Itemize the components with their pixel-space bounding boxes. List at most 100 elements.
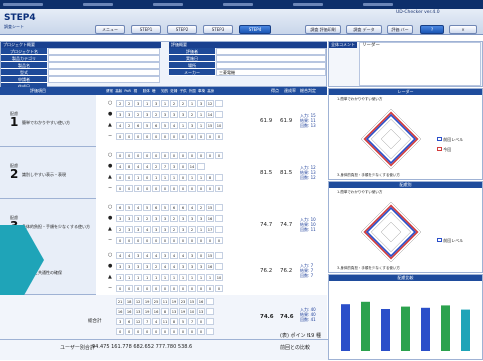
score-cell[interactable]: 3 bbox=[133, 251, 143, 259]
score-cell[interactable]: 0 bbox=[196, 284, 206, 292]
nav-button-step3[interactable]: STEP3 bbox=[203, 25, 233, 34]
score-cell[interactable]: 15 bbox=[205, 203, 215, 211]
score-cell[interactable]: 0 bbox=[214, 151, 224, 159]
score-cell[interactable]: 0 bbox=[187, 184, 197, 192]
score-cell[interactable] bbox=[214, 203, 224, 211]
category-field[interactable] bbox=[48, 55, 160, 62]
close-button[interactable]: × bbox=[449, 25, 477, 34]
score-cell[interactable]: 0 bbox=[116, 236, 125, 244]
score-cell[interactable]: 0 bbox=[124, 236, 134, 244]
score-cell[interactable]: 1 bbox=[133, 173, 143, 181]
score-cell[interactable]: 7 bbox=[160, 162, 170, 170]
score-cell[interactable] bbox=[214, 110, 224, 118]
score-cell[interactable]: 0 bbox=[169, 132, 179, 140]
score-cell[interactable]: 2 bbox=[169, 99, 179, 107]
score-cell[interactable]: 0 bbox=[196, 184, 206, 192]
score-cell[interactable]: 0 bbox=[169, 184, 179, 192]
score-cell[interactable]: 1 bbox=[196, 225, 206, 233]
score-cell[interactable]: 0 bbox=[133, 236, 143, 244]
score-cell[interactable]: 2 bbox=[124, 121, 134, 129]
score-cell[interactable]: 17 bbox=[205, 225, 215, 233]
score-cell[interactable]: 4 bbox=[169, 121, 179, 129]
score-cell[interactable]: 0 bbox=[178, 184, 188, 192]
score-cell[interactable]: 5 bbox=[160, 121, 170, 129]
score-cell[interactable]: 4 bbox=[169, 262, 179, 270]
score-cell[interactable]: 0 bbox=[205, 132, 215, 140]
score-cell[interactable]: 3 bbox=[142, 262, 152, 270]
print-button[interactable]: 調査 評価印刷 bbox=[305, 25, 341, 34]
score-cell[interactable]: 4 bbox=[124, 251, 134, 259]
bar-button[interactable]: 評価 バー bbox=[387, 25, 413, 34]
score-cell[interactable]: 2 bbox=[116, 225, 125, 233]
score-cell[interactable]: 1 bbox=[178, 273, 188, 281]
score-cell[interactable]: 0 bbox=[151, 236, 161, 244]
score-cell[interactable]: 3 bbox=[151, 214, 161, 222]
score-cell[interactable]: 1 bbox=[160, 173, 170, 181]
score-cell[interactable]: 0 bbox=[214, 236, 224, 244]
score-cell[interactable]: 2 bbox=[196, 203, 206, 211]
score-cell[interactable]: 6 bbox=[169, 203, 179, 211]
score-cell[interactable]: 15 bbox=[205, 121, 215, 129]
score-cell[interactable]: 3 bbox=[116, 110, 125, 118]
score-cell[interactable]: 4 bbox=[151, 251, 161, 259]
help-button[interactable]: ? bbox=[420, 25, 444, 34]
score-cell[interactable]: 0 bbox=[169, 284, 179, 292]
score-cell[interactable]: 8 bbox=[205, 173, 215, 181]
score-cell[interactable]: 3 bbox=[187, 214, 197, 222]
score-cell[interactable]: 3 bbox=[142, 110, 152, 118]
score-cell[interactable]: 2 bbox=[169, 214, 179, 222]
score-cell[interactable]: 4 bbox=[133, 203, 143, 211]
score-cell[interactable]: 3 bbox=[187, 121, 197, 129]
score-cell[interactable]: 4 bbox=[169, 251, 179, 259]
score-cell[interactable]: 5 bbox=[142, 121, 152, 129]
score-cell[interactable]: 16 bbox=[205, 262, 215, 270]
score-cell[interactable]: 12 bbox=[205, 99, 215, 107]
score-cell[interactable]: 4 bbox=[133, 162, 143, 170]
score-cell[interactable]: 2 bbox=[169, 225, 179, 233]
score-cell[interactable]: 2 bbox=[142, 214, 152, 222]
score-cell[interactable]: 0 bbox=[160, 284, 170, 292]
score-cell[interactable]: 0 bbox=[178, 132, 188, 140]
score-cell[interactable]: 6 bbox=[178, 203, 188, 211]
maker-field[interactable]: 三菱電機 bbox=[216, 69, 326, 76]
score-cell[interactable]: 0 bbox=[116, 284, 125, 292]
score-cell[interactable]: 0 bbox=[178, 173, 188, 181]
score-cell[interactable]: 4 bbox=[116, 162, 125, 170]
score-cell[interactable]: 1 bbox=[133, 273, 143, 281]
score-cell[interactable]: 0 bbox=[169, 236, 179, 244]
place-field[interactable] bbox=[216, 62, 326, 69]
score-cell[interactable]: 0 bbox=[116, 173, 125, 181]
score-cell[interactable]: 4 bbox=[178, 251, 188, 259]
score-cell[interactable]: 1 bbox=[124, 273, 134, 281]
score-cell[interactable]: 4 bbox=[160, 262, 170, 270]
score-cell[interactable]: 0 bbox=[178, 236, 188, 244]
nav-button-step1[interactable]: STEP1 bbox=[131, 25, 161, 34]
score-cell[interactable]: 0 bbox=[133, 132, 143, 140]
score-cell[interactable]: 1 bbox=[196, 110, 206, 118]
score-cell[interactable]: 3 bbox=[116, 214, 125, 222]
score-cell[interactable]: 16 bbox=[205, 214, 215, 222]
score-cell[interactable]: 0 bbox=[116, 132, 125, 140]
score-cell[interactable]: 2 bbox=[133, 110, 143, 118]
score-cell[interactable]: 5 bbox=[142, 203, 152, 211]
score-cell[interactable]: 2 bbox=[187, 225, 197, 233]
score-cell[interactable]: 0 bbox=[196, 236, 206, 244]
applicant-field[interactable] bbox=[48, 76, 160, 83]
score-cell[interactable] bbox=[214, 225, 224, 233]
score-cell[interactable]: 0 bbox=[124, 132, 134, 140]
score-cell[interactable]: 5 bbox=[160, 203, 170, 211]
score-cell[interactable]: 1 bbox=[169, 173, 179, 181]
score-cell[interactable]: 0 bbox=[196, 251, 206, 259]
score-cell[interactable]: 0 bbox=[151, 132, 161, 140]
score-cell[interactable]: 1 bbox=[169, 273, 179, 281]
score-cell[interactable]: 5 bbox=[124, 203, 134, 211]
nav-button-step2[interactable]: STEP2 bbox=[167, 25, 197, 34]
score-cell[interactable] bbox=[214, 214, 224, 222]
score-cell[interactable]: 0 bbox=[151, 151, 161, 159]
score-cell[interactable]: 3 bbox=[133, 99, 143, 107]
score-cell[interactable]: 4 bbox=[142, 225, 152, 233]
score-cell[interactable]: 4 bbox=[187, 203, 197, 211]
score-cell[interactable]: 1 bbox=[142, 273, 152, 281]
score-cell[interactable]: 0 bbox=[178, 162, 188, 170]
score-cell[interactable]: 0 bbox=[116, 151, 125, 159]
